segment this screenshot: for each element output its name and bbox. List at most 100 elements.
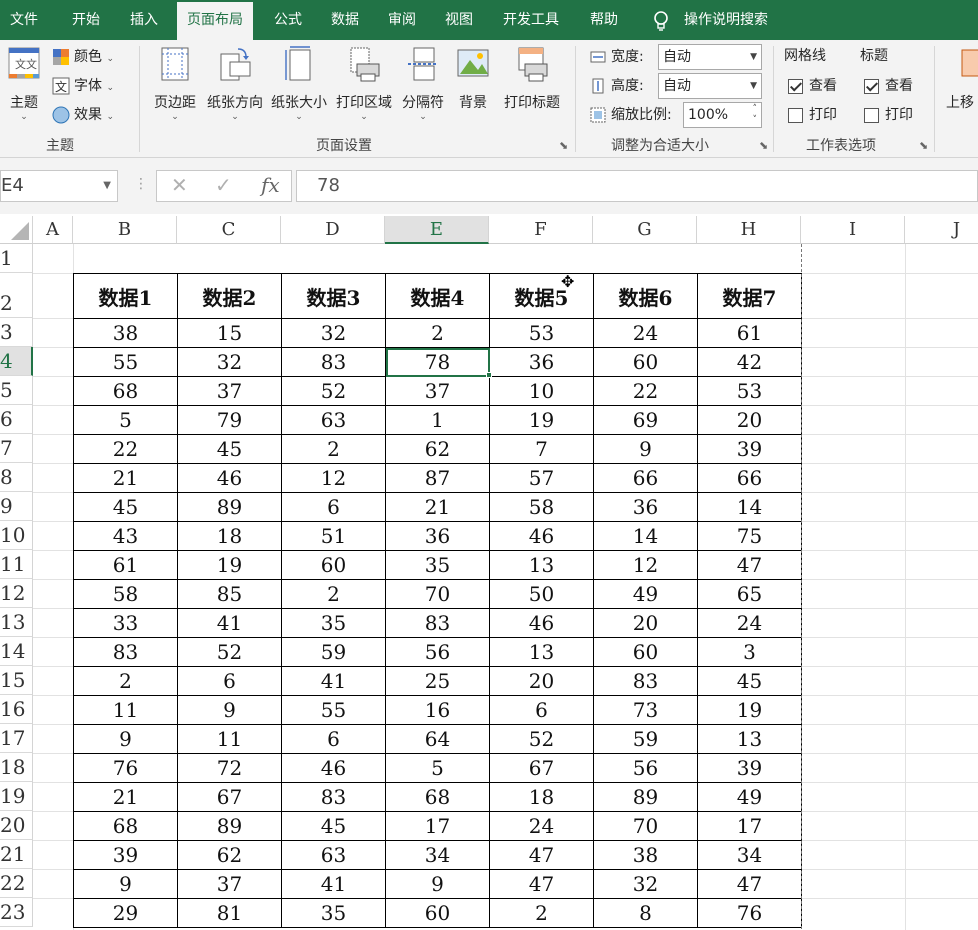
cell-e23[interactable]: 60	[385, 898, 490, 928]
row-header-20[interactable]: 20	[0, 811, 33, 840]
print-titles-button[interactable]: 打印标题	[500, 46, 564, 112]
size-button[interactable]: 纸张大小 ⌄	[268, 46, 330, 122]
cell-f5[interactable]: 10	[489, 376, 594, 406]
row-header-21[interactable]: 21	[0, 840, 33, 869]
cell-h12[interactable]: 65	[697, 579, 802, 609]
cell-h21[interactable]: 34	[697, 840, 802, 870]
cell-f7[interactable]: 7	[489, 434, 594, 464]
cell-g9[interactable]: 36	[593, 492, 698, 522]
row-header-17[interactable]: 17	[0, 724, 33, 753]
row-header-5[interactable]: 5	[0, 376, 33, 405]
cell-f18[interactable]: 67	[489, 753, 594, 783]
column-header-c[interactable]: C	[177, 216, 281, 244]
cell-e9[interactable]: 21	[385, 492, 490, 522]
fill-handle[interactable]	[486, 372, 492, 378]
cell-f13[interactable]: 46	[489, 608, 594, 638]
cell-d23[interactable]: 35	[281, 898, 386, 928]
cell-f21[interactable]: 47	[489, 840, 594, 870]
row-header-22[interactable]: 22	[0, 869, 33, 898]
tab-view[interactable]: 视图	[435, 0, 483, 40]
worksheet-grid[interactable]: A B C D E F G H I J 1 2 3 4 5 6 7 8 9 10 11 12 13 1…	[0, 214, 978, 930]
cell-c16[interactable]: 9	[177, 695, 282, 725]
cell-b22[interactable]: 9	[73, 869, 178, 899]
cell-g8[interactable]: 66	[593, 463, 698, 493]
cell-e6[interactable]: 1	[385, 405, 490, 435]
cell-e13[interactable]: 83	[385, 608, 490, 638]
cell-h4[interactable]: 42	[697, 347, 802, 377]
cell-e12[interactable]: 70	[385, 579, 490, 609]
tell-me-search[interactable]: 操作说明搜索	[674, 0, 778, 40]
cell-b19[interactable]: 21	[73, 782, 178, 812]
gridlines-view-checkbox[interactable]: 查看	[788, 73, 837, 99]
cell-d15[interactable]: 41	[281, 666, 386, 696]
row-header-23[interactable]: 23	[0, 898, 33, 927]
cell-e3[interactable]: 2	[385, 318, 490, 348]
cell-b21[interactable]: 39	[73, 840, 178, 870]
cell-e5[interactable]: 37	[385, 376, 490, 406]
margins-button[interactable]: 页边距 ⌄	[149, 46, 201, 122]
cell-h22[interactable]: 47	[697, 869, 802, 899]
cell-f4[interactable]: 36	[489, 347, 594, 377]
cell-f8[interactable]: 57	[489, 463, 594, 493]
column-header-b[interactable]: B	[73, 216, 177, 244]
cell-b3[interactable]: 38	[73, 318, 178, 348]
table-header-cell[interactable]: 数据4	[385, 273, 490, 319]
cell-e19[interactable]: 68	[385, 782, 490, 812]
cell-g15[interactable]: 83	[593, 666, 698, 696]
cell-b6[interactable]: 5	[73, 405, 178, 435]
colors-button[interactable]: 颜色 ⌄	[52, 44, 114, 70]
cell-e7[interactable]: 62	[385, 434, 490, 464]
cell-d9[interactable]: 6	[281, 492, 386, 522]
cell-c14[interactable]: 52	[177, 637, 282, 667]
cell-d6[interactable]: 63	[281, 405, 386, 435]
cell-d21[interactable]: 63	[281, 840, 386, 870]
cell-e15[interactable]: 25	[385, 666, 490, 696]
tab-data[interactable]: 数据	[321, 0, 369, 40]
cell-d22[interactable]: 41	[281, 869, 386, 899]
row-header-16[interactable]: 16	[0, 695, 33, 724]
column-header-e[interactable]: E	[385, 216, 489, 244]
cell-g19[interactable]: 89	[593, 782, 698, 812]
row-header-1[interactable]: 1	[0, 244, 33, 273]
cell-c7[interactable]: 45	[177, 434, 282, 464]
cell-c23[interactable]: 81	[177, 898, 282, 928]
cell-f22[interactable]: 47	[489, 869, 594, 899]
cell-g12[interactable]: 49	[593, 579, 698, 609]
dialog-launcher-icon[interactable]: ⬊	[759, 139, 768, 152]
cell-c15[interactable]: 6	[177, 666, 282, 696]
name-box[interactable]: E4 ▼	[0, 170, 118, 202]
print-area-button[interactable]: 打印区域 ⌄	[333, 46, 395, 122]
row-header-2[interactable]: 2	[0, 273, 33, 318]
width-dropdown[interactable]: 自动 ▼	[658, 44, 762, 70]
cell-d10[interactable]: 51	[281, 521, 386, 551]
cell-h23[interactable]: 76	[697, 898, 802, 928]
tab-help[interactable]: 帮助	[580, 0, 628, 40]
cell-b18[interactable]: 76	[73, 753, 178, 783]
cell-b5[interactable]: 68	[73, 376, 178, 406]
tab-review[interactable]: 审阅	[378, 0, 426, 40]
cell-d20[interactable]: 45	[281, 811, 386, 841]
cell-g3[interactable]: 24	[593, 318, 698, 348]
cell-f23[interactable]: 2	[489, 898, 594, 928]
cell-d12[interactable]: 2	[281, 579, 386, 609]
tab-formulas[interactable]: 公式	[264, 0, 312, 40]
cell-f20[interactable]: 24	[489, 811, 594, 841]
cell-e17[interactable]: 64	[385, 724, 490, 754]
cell-c5[interactable]: 37	[177, 376, 282, 406]
cell-f9[interactable]: 58	[489, 492, 594, 522]
cell-h3[interactable]: 61	[697, 318, 802, 348]
cell-d5[interactable]: 52	[281, 376, 386, 406]
background-button[interactable]: 背景	[453, 46, 493, 112]
cell-g23[interactable]: 8	[593, 898, 698, 928]
cell-e18[interactable]: 5	[385, 753, 490, 783]
cell-h13[interactable]: 24	[697, 608, 802, 638]
row-header-9[interactable]: 9	[0, 492, 33, 521]
orientation-button[interactable]: 纸张方向 ⌄	[204, 46, 266, 122]
cell-c20[interactable]: 89	[177, 811, 282, 841]
tab-developer[interactable]: 开发工具	[493, 0, 569, 40]
table-header-cell[interactable]: 数据5	[489, 273, 594, 319]
headings-view-checkbox[interactable]: 查看	[864, 73, 913, 99]
cell-g21[interactable]: 38	[593, 840, 698, 870]
cell-f17[interactable]: 52	[489, 724, 594, 754]
cell-d4[interactable]: 83	[281, 347, 386, 377]
